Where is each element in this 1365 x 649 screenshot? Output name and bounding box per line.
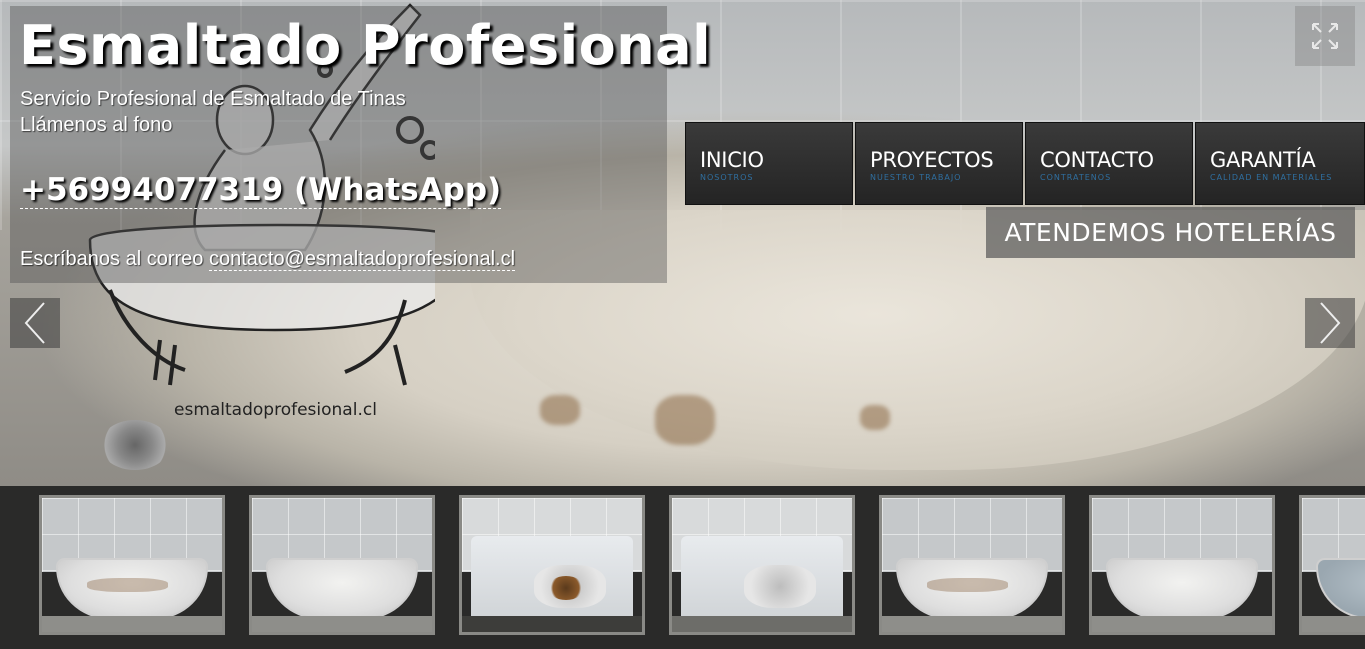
hotel-banner: ATENDEMOS HOTELERÍAS [986, 207, 1355, 258]
nav-label: INICIO [700, 148, 764, 172]
thumb-base [252, 615, 432, 632]
nav-sublabel: NUESTRO TRABAJO [870, 173, 962, 182]
thumb-dirt [87, 578, 168, 592]
nav-item-proyectos[interactable]: PROYECTOS NUESTRO TRABAJO [855, 122, 1023, 205]
nav-sublabel: NOSOTROS [700, 173, 754, 182]
nav-sublabel: CONTRATENOS [1040, 173, 1112, 182]
thumb-base [1302, 615, 1365, 632]
expand-icon [1312, 23, 1338, 49]
logo-caption: esmaltadoprofesional.cl [174, 400, 377, 420]
chevron-left-icon [24, 302, 45, 344]
nav-item-garantia[interactable]: GARANTÍA CALIDAD EN MATERIALES [1195, 122, 1365, 205]
tagline-call: Llámenos al fono [20, 114, 173, 136]
site-title: Esmaltado Profesional [19, 14, 712, 77]
thumbnail-1[interactable] [39, 495, 225, 635]
thumb-base [1092, 615, 1272, 632]
thumbnail-6[interactable] [1089, 495, 1275, 635]
thumb-tub [266, 558, 418, 619]
stain-mark [655, 395, 715, 445]
email-line: Escríbanos al correo contacto@esmaltadop… [20, 248, 516, 271]
fullscreen-button[interactable] [1295, 6, 1355, 66]
nav-label: PROYECTOS [870, 148, 994, 172]
nav-item-contacto[interactable]: CONTACTO CONTRATENOS [1025, 122, 1193, 205]
nav-item-inicio[interactable]: INICIO NOSOTROS [685, 122, 853, 205]
phone-link[interactable]: +56994077319 (WhatsApp) [20, 172, 502, 209]
thumb-base [462, 615, 642, 632]
thumb-base [882, 615, 1062, 632]
thumb-rust [548, 575, 585, 600]
next-slide-button[interactable] [1305, 298, 1355, 348]
email-link[interactable]: contacto@esmaltadoprofesional.cl [208, 248, 516, 271]
thumbnail-3[interactable] [459, 495, 645, 635]
tagline-service: Servicio Profesional de Esmaltado de Tin… [20, 88, 406, 110]
thumb-basin [744, 565, 816, 608]
hero-slideshow-image: esmaltadoprofesional.cl Esmaltado Profes… [0, 0, 1365, 486]
prev-slide-button[interactable] [10, 298, 60, 348]
main-nav: INICIO NOSOTROS PROYECTOS NUESTRO TRABAJ… [685, 122, 1365, 207]
email-prefix: Escríbanos al correo [20, 248, 209, 270]
stain-mark [860, 405, 890, 430]
thumbnail-strip [0, 486, 1365, 649]
tagline: Servicio Profesional de Esmaltado de Tin… [20, 86, 406, 138]
thumbnail-5[interactable] [879, 495, 1065, 635]
stain-mark [540, 395, 580, 425]
thumb-tub [1106, 558, 1258, 619]
thumb-base [42, 615, 222, 632]
chevron-right-icon [1320, 302, 1341, 344]
nav-label: CONTACTO [1040, 148, 1154, 172]
nav-label: GARANTÍA [1210, 148, 1316, 172]
thumbnail-7[interactable] [1299, 495, 1365, 635]
thumb-dirt [927, 578, 1008, 592]
thumb-base [672, 615, 852, 632]
banner-text: ATENDEMOS HOTELERÍAS [1004, 218, 1337, 247]
thumb-tub [1316, 558, 1365, 619]
thumbnail-2[interactable] [249, 495, 435, 635]
thumbnail-4[interactable] [669, 495, 855, 635]
nav-sublabel: CALIDAD EN MATERIALES [1210, 173, 1333, 182]
